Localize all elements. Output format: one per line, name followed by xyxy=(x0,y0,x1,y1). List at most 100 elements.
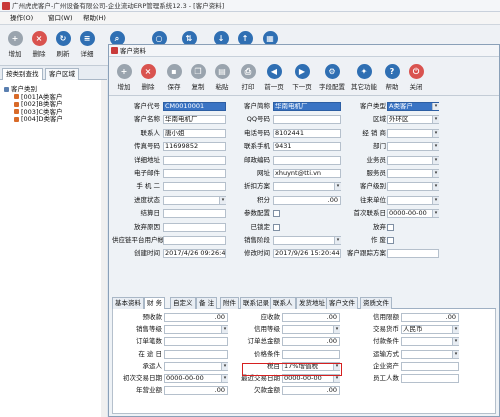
chevron-down-icon[interactable]: ▾ xyxy=(432,129,439,137)
text-field[interactable] xyxy=(273,155,341,165)
dlg-close-button[interactable]: ⏻ 关闭 xyxy=(407,64,425,91)
field-label: 客户名称 xyxy=(134,115,160,124)
tab-contact-log[interactable]: 联系记录 xyxy=(240,297,272,309)
chevron-down-icon[interactable]: ▾ xyxy=(221,375,228,382)
dlg-delete-button[interactable]: × 删除 xyxy=(139,64,157,91)
text-field[interactable] xyxy=(273,182,341,192)
chevron-down-icon[interactable]: ▾ xyxy=(432,156,439,164)
tools-icon: ✦ xyxy=(356,64,372,79)
tab-notes[interactable]: 备 注 xyxy=(196,297,218,309)
tab-attachments[interactable]: 附件 xyxy=(220,297,239,309)
menu-window[interactable]: 窗口(W) xyxy=(48,12,73,25)
chevron-down-icon[interactable]: ▾ xyxy=(221,362,228,370)
tab-customer-region[interactable]: 客户区域 xyxy=(45,68,79,80)
text-field[interactable]: 2017/9/26 15:20:44 xyxy=(273,249,341,259)
text-field[interactable]: 华南电机厂 xyxy=(163,115,226,125)
text-field[interactable]: xhuynt@tti.vn xyxy=(273,169,341,178)
text-field[interactable]: .00 xyxy=(273,195,341,205)
chevron-down-icon[interactable]: ▾ xyxy=(219,196,226,204)
left-scrollbar[interactable] xyxy=(101,80,107,417)
text-field[interactable] xyxy=(163,222,226,232)
text-field[interactable] xyxy=(401,337,459,347)
text-field[interactable] xyxy=(164,349,228,359)
chevron-down-icon[interactable]: ▾ xyxy=(432,143,439,151)
tab-by-category[interactable]: 按类别查找 xyxy=(2,68,43,80)
text-field[interactable]: CM0010001 xyxy=(163,102,226,111)
text-field[interactable]: .00 xyxy=(282,337,340,347)
text-field[interactable] xyxy=(163,236,226,245)
refresh-button[interactable]: ↻ 刷新 xyxy=(54,31,72,58)
text-field[interactable] xyxy=(163,195,226,205)
text-field[interactable] xyxy=(163,209,226,219)
chevron-down-icon[interactable]: ▾ xyxy=(432,170,439,177)
chevron-down-icon[interactable]: ▾ xyxy=(432,196,439,204)
dlg-add-button[interactable]: + 增加 xyxy=(115,64,133,91)
text-field[interactable] xyxy=(282,349,340,359)
checkbox[interactable] xyxy=(273,210,280,218)
checkbox[interactable] xyxy=(273,223,280,231)
text-field[interactable]: 唐小姐 xyxy=(163,128,226,138)
dlg-prev-button[interactable]: ◀ 前一页 xyxy=(263,64,285,91)
chevron-down-icon[interactable]: ▾ xyxy=(452,326,459,334)
checkbox[interactable] xyxy=(387,237,394,244)
dlg-print-button[interactable]: ⎙ 打印 xyxy=(239,64,257,91)
chevron-down-icon[interactable]: ▾ xyxy=(452,350,459,358)
chevron-down-icon[interactable]: ▾ xyxy=(432,116,439,124)
tree-item[interactable]: [004]D类客户 xyxy=(4,115,63,124)
chevron-down-icon[interactable]: ▾ xyxy=(333,375,340,382)
dlg-field-config-button[interactable]: ⚙ 字段配置 xyxy=(319,64,345,91)
checkbox[interactable] xyxy=(387,223,394,231)
tab-custom[interactable]: 自定义 xyxy=(170,297,196,309)
text-field[interactable] xyxy=(387,249,439,259)
text-field[interactable] xyxy=(401,361,459,371)
text-field[interactable]: 华南电机厂 xyxy=(273,102,341,111)
tab-shipping[interactable]: 发货地址 xyxy=(296,297,328,309)
dlg-paste-button[interactable]: ▤ 粘贴 xyxy=(213,64,231,91)
chevron-down-icon[interactable]: ▾ xyxy=(432,103,439,110)
field-label: 创建时间 xyxy=(134,249,160,258)
menu-help[interactable]: 帮助(H) xyxy=(83,12,106,25)
text-field[interactable] xyxy=(273,115,341,125)
delete-button[interactable]: × 删除 xyxy=(30,31,48,58)
chevron-down-icon[interactable]: ▾ xyxy=(221,326,228,334)
text-field[interactable] xyxy=(163,182,226,192)
text-field[interactable] xyxy=(164,337,228,347)
text-field[interactable]: 2017/4/26 09:26:49 xyxy=(163,249,226,259)
field-label: 网址 xyxy=(257,169,270,177)
text-field[interactable] xyxy=(163,155,226,165)
text-field[interactable] xyxy=(164,361,228,371)
dlg-other-button[interactable]: ✦ 其它功能 xyxy=(351,64,377,91)
chevron-down-icon[interactable]: ▾ xyxy=(333,326,340,334)
text-field[interactable]: .00 xyxy=(164,313,228,322)
text-field[interactable]: 人民币 xyxy=(401,325,459,335)
text-field[interactable]: 11699852 xyxy=(163,142,226,152)
text-field[interactable]: .00 xyxy=(401,313,459,322)
text-field[interactable]: .00 xyxy=(282,313,340,322)
tab-contacts[interactable]: 联系人 xyxy=(270,297,296,309)
add-button[interactable]: + 增加 xyxy=(6,31,24,58)
menu-operation[interactable]: 操作(O) xyxy=(10,12,33,25)
text-field[interactable]: 8102441 xyxy=(273,128,341,138)
text-field[interactable] xyxy=(273,236,341,245)
text-field[interactable] xyxy=(164,325,228,335)
text-field[interactable]: .00 xyxy=(282,386,340,396)
tab-basic[interactable]: 基本资料 xyxy=(112,297,144,309)
text-field[interactable] xyxy=(401,374,459,383)
text-field[interactable] xyxy=(163,169,226,178)
text-field[interactable] xyxy=(282,325,340,335)
text-field[interactable]: .00 xyxy=(164,386,228,396)
dlg-next-button[interactable]: ▶ 下一页 xyxy=(291,64,313,91)
dlg-copy-button[interactable]: ❐ 复制 xyxy=(189,64,207,91)
tab-finance[interactable]: 财 务 xyxy=(144,297,166,309)
tab-customer-files[interactable]: 客户文件 xyxy=(326,297,358,309)
text-field[interactable] xyxy=(401,349,459,359)
chevron-down-icon[interactable]: ▾ xyxy=(432,183,439,191)
detail-button[interactable]: ≡ 详细 xyxy=(78,31,96,58)
text-field[interactable]: 9431 xyxy=(273,142,341,152)
dlg-save-button[interactable]: ▪ 保存 xyxy=(165,64,183,91)
chevron-down-icon[interactable]: ▾ xyxy=(452,338,459,346)
tab-qualifications[interactable]: 资质文件 xyxy=(360,297,392,309)
text-field[interactable]: 0000-00-00 xyxy=(164,374,228,383)
dlg-help-button[interactable]: ? 帮助 xyxy=(383,64,401,91)
chevron-down-icon[interactable]: ▾ xyxy=(432,210,439,218)
